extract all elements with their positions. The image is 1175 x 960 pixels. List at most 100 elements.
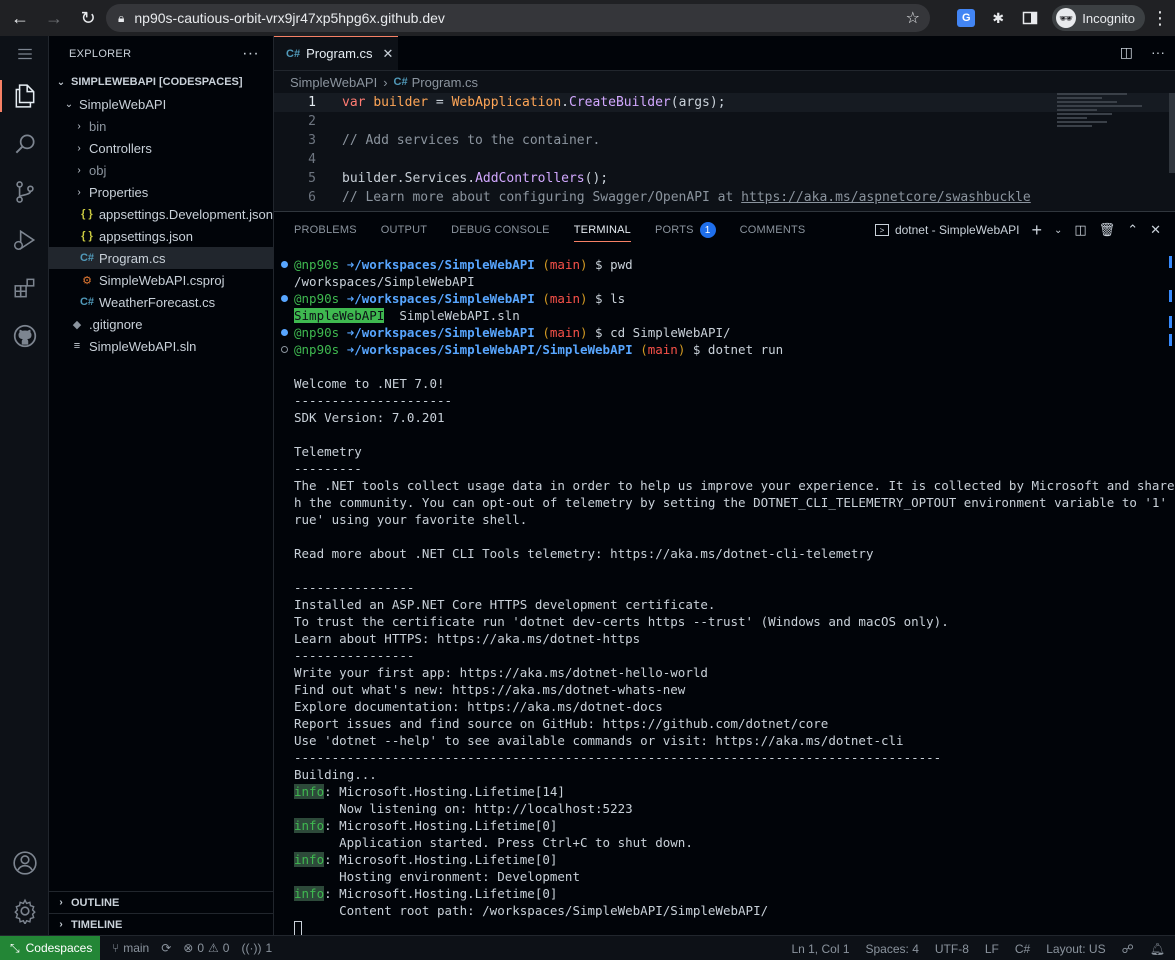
breadcrumb-file[interactable]: Program.cs xyxy=(412,75,478,90)
tab-terminal[interactable]: TERMINAL xyxy=(573,212,632,248)
close-icon[interactable]: ✕ xyxy=(383,46,394,62)
tree-file[interactable]: C# WeatherForecast.cs xyxy=(49,291,273,313)
command-decoration-icon[interactable] xyxy=(281,295,288,302)
terminal-text: ) xyxy=(580,291,588,306)
cursor-position[interactable]: Ln 1, Col 1 xyxy=(791,942,849,956)
more-actions-icon[interactable]: ··· xyxy=(1151,44,1165,61)
address-bar[interactable]: 🔒︎ np90s-cautious-orbit-vrx9jr47xp5hpg6x… xyxy=(106,4,930,32)
tree-folder[interactable]: › obj xyxy=(49,159,273,181)
tree-folder[interactable]: ⌄ SimpleWebAPI xyxy=(49,93,273,115)
github-icon[interactable] xyxy=(0,312,49,360)
back-button[interactable]: ← xyxy=(6,4,34,32)
terminal-text: Building... xyxy=(294,767,377,782)
remote-indicator[interactable]: ⤡ Codespaces xyxy=(0,936,100,960)
terminal-line: Learn about HTTPS: https://aka.ms/dotnet… xyxy=(274,630,1175,647)
close-panel-icon[interactable]: ✕ xyxy=(1150,222,1161,238)
search-icon[interactable] xyxy=(0,120,49,168)
tree-item-label: appsettings.json xyxy=(99,228,193,244)
code-line[interactable]: 3 // Add services to the container. xyxy=(274,131,1175,150)
tree-file[interactable]: { } appsettings.json xyxy=(49,225,273,247)
tab-comments[interactable]: COMMENTS xyxy=(740,212,806,248)
code-editor[interactable]: 1 var builder = WebApplication.CreateBuil… xyxy=(274,93,1175,207)
bell-icon[interactable]: 🔔︎ xyxy=(1150,942,1165,956)
terminal-text: rue' using your favorite shell. xyxy=(294,512,528,527)
command-decoration-icon[interactable] xyxy=(281,346,288,353)
encoding[interactable]: UTF-8 xyxy=(935,942,969,956)
code-line[interactable]: 5 builder.Services.AddControllers(); xyxy=(274,169,1175,188)
tree-file[interactable]: ◆ .gitignore xyxy=(49,313,273,335)
terminal-line: Building... xyxy=(274,766,1175,783)
terminal-text: info xyxy=(294,818,325,833)
ports-indicator[interactable]: ((·)) 1 xyxy=(241,941,272,955)
breadcrumb-folder[interactable]: SimpleWebAPI xyxy=(290,75,377,90)
language-mode[interactable]: C# xyxy=(1015,942,1030,956)
new-terminal-icon[interactable]: + xyxy=(1031,220,1042,241)
tree-folder[interactable]: › Properties xyxy=(49,181,273,203)
menu-icon[interactable] xyxy=(0,36,49,72)
branch-indicator[interactable]: ⑂ main xyxy=(112,941,149,955)
maximize-panel-icon[interactable]: ⌃ xyxy=(1127,222,1138,238)
browser-menu-icon[interactable]: ⋮ xyxy=(1145,8,1175,29)
terminal-text: Installed an ASP.NET Core HTTPS developm… xyxy=(294,597,716,612)
tree-file[interactable]: ⚙ SimpleWebAPI.csproj xyxy=(49,269,273,291)
problems-indicator[interactable]: ⊗ 0 ⚠︎ 0 xyxy=(183,941,229,955)
command-decoration-icon[interactable] xyxy=(281,329,288,336)
tree-file[interactable]: { } appsettings.Development.json xyxy=(49,203,273,225)
sync-button[interactable]: ⟳ xyxy=(161,941,171,955)
code-line[interactable]: 2 xyxy=(274,112,1175,131)
code-line[interactable]: 4 xyxy=(274,150,1175,169)
forward-button[interactable]: → xyxy=(40,4,68,32)
remote-label: Codespaces xyxy=(25,941,93,955)
reload-button[interactable]: ↻ xyxy=(74,4,102,32)
tab-ports[interactable]: PORTS 1 xyxy=(655,212,716,248)
incognito-chip[interactable]: 🕶︎ Incognito xyxy=(1052,5,1145,31)
tree-file[interactable]: C# Program.cs xyxy=(49,247,273,269)
terminal-output[interactable]: @np90s ➜/workspaces/SimpleWebAPI (main) … xyxy=(274,256,1175,936)
terminal-text: SDK Version: 7.0.201 xyxy=(294,410,445,425)
keyboard-layout[interactable]: Layout: US xyxy=(1046,942,1105,956)
source-control-icon[interactable] xyxy=(0,168,49,216)
extensions-puzzle-icon[interactable]: ✱ xyxy=(985,5,1011,31)
code-line[interactable]: 1 var builder = WebApplication.CreateBuil… xyxy=(274,93,1175,112)
chevron-down-icon[interactable]: ⌄ xyxy=(1054,225,1062,236)
side-panel-icon[interactable] xyxy=(1017,5,1043,31)
tree-file[interactable]: ≡ SimpleWebAPI.sln xyxy=(49,335,273,357)
csharp-file-icon: C# xyxy=(79,296,95,308)
tab-output[interactable]: OUTPUT xyxy=(381,212,427,248)
branch-name: main xyxy=(123,941,150,955)
outline-section[interactable]: › OUTLINE xyxy=(49,891,274,913)
extensions-icon[interactable] xyxy=(0,264,49,312)
trash-icon[interactable]: 🗑︎ xyxy=(1099,222,1116,238)
timeline-section[interactable]: › TIMELINE xyxy=(49,913,274,935)
tab-program-cs[interactable]: C# Program.cs ✕ xyxy=(274,36,398,70)
workspace-root[interactable]: ⌄ SIMPLEWEBAPI [CODESPACES] xyxy=(49,71,273,93)
terminal-line: SimpleWebAPI SimpleWebAPI.sln xyxy=(274,307,1175,324)
indentation[interactable]: Spaces: 4 xyxy=(866,942,919,956)
google-translate-icon[interactable]: G xyxy=(953,5,979,31)
gear-icon[interactable] xyxy=(0,887,49,935)
tree-folder[interactable]: › Controllers xyxy=(49,137,273,159)
terminal-text: @np90s xyxy=(294,291,347,306)
command-decoration-icon[interactable] xyxy=(281,261,288,268)
editor-scrollbar[interactable] xyxy=(1169,93,1175,173)
terminal-text: Find out what's new: https://aka.ms/dotn… xyxy=(294,682,686,697)
tab-problems[interactable]: PROBLEMS xyxy=(294,212,357,248)
tab-debug-console[interactable]: DEBUG CONSOLE xyxy=(451,212,550,248)
split-terminal-icon[interactable]: ◫ xyxy=(1074,222,1086,238)
tree-item-label: Program.cs xyxy=(99,250,166,266)
feedback-icon[interactable]: ☍ xyxy=(1122,942,1134,956)
split-editor-icon[interactable]: ◫ xyxy=(1120,44,1133,61)
end-of-line[interactable]: LF xyxy=(985,942,999,956)
run-debug-icon[interactable] xyxy=(0,216,49,264)
more-actions-icon[interactable]: ··· xyxy=(242,45,259,63)
bookmark-star-icon[interactable]: ☆ xyxy=(906,8,920,28)
tree-folder[interactable]: › bin xyxy=(49,115,273,137)
minimap[interactable] xyxy=(1057,93,1157,153)
terminal-selector[interactable]: > dotnet - SimpleWebAPI xyxy=(874,223,1019,237)
terminal-text: /workspaces/SimpleWebAPI xyxy=(294,274,475,289)
accounts-icon[interactable] xyxy=(0,839,49,887)
csharp-file-icon: C# xyxy=(286,47,301,60)
explorer-icon[interactable] xyxy=(0,72,49,120)
code-line[interactable]: 6 // Learn more about configuring Swagger… xyxy=(274,188,1175,207)
